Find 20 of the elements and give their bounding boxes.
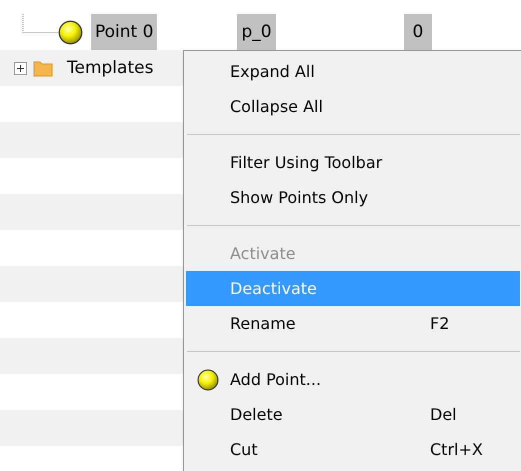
menu-item[interactable]: Cut Ctrl+X xyxy=(186,432,520,467)
menu-item[interactable]: Rename F2 xyxy=(186,306,520,341)
table-cell: p_0 xyxy=(237,14,276,50)
shortcut-text: Del xyxy=(430,405,457,424)
menu-item[interactable]: Filter Using Toolbar xyxy=(186,145,520,180)
menu-item[interactable]: Show Points Only xyxy=(186,180,520,215)
folder-icon xyxy=(33,59,53,77)
sphere-icon xyxy=(197,368,219,390)
tree-connector xyxy=(22,14,58,33)
menu-item[interactable]: Delete Del xyxy=(186,397,520,432)
menu-item[interactable]: Add Point... xyxy=(186,362,520,397)
expand-icon[interactable] xyxy=(14,62,27,74)
tree-item[interactable]: Point 0 xyxy=(91,14,158,50)
menu-item[interactable]: Collapse All xyxy=(186,89,520,124)
shortcut-text: Ctrl+X xyxy=(430,440,483,459)
sphere-icon xyxy=(58,20,83,44)
shortcut-text: F2 xyxy=(430,314,450,333)
tree-item[interactable]: Templates xyxy=(63,50,158,86)
menu-item[interactable]: Expand All xyxy=(186,54,520,89)
table-cell: 0 xyxy=(404,14,432,50)
